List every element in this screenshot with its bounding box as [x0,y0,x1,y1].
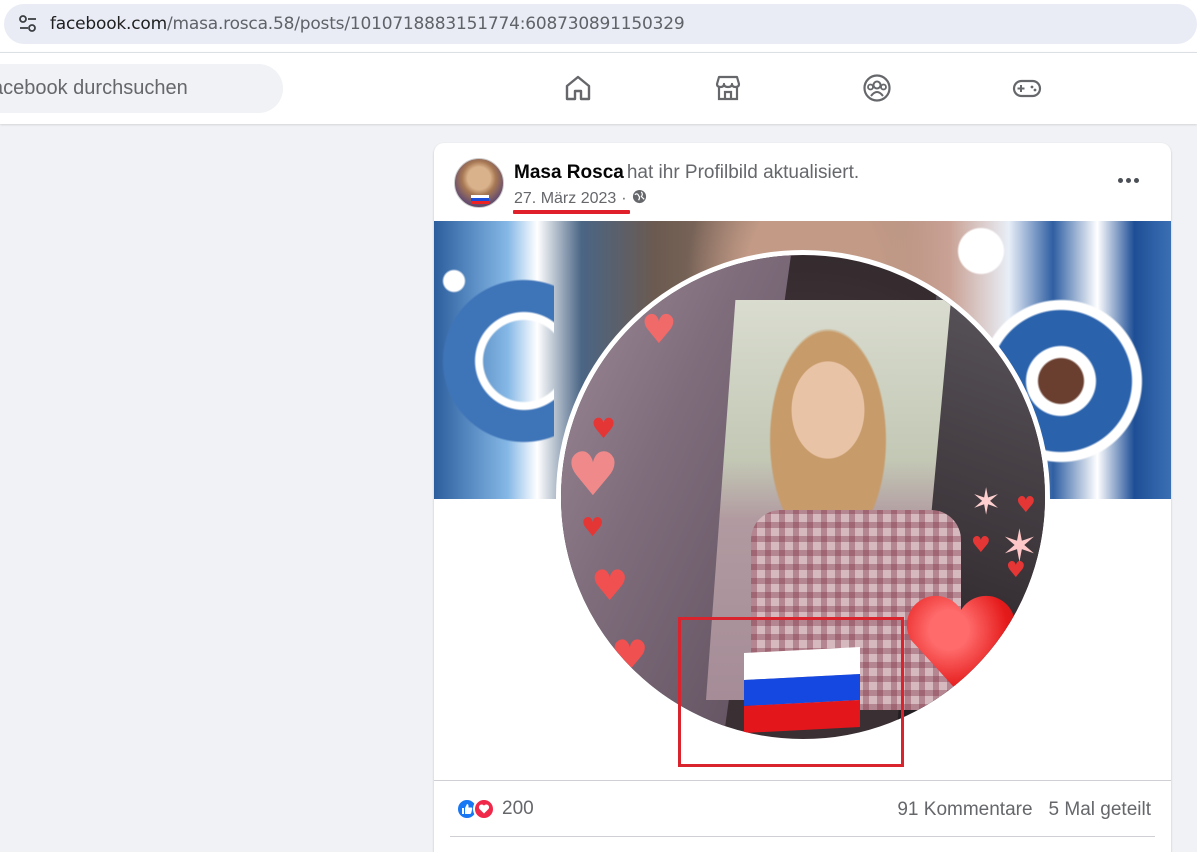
post-card: Masa Rosca hat ihr Profilbild aktualisier… [434,143,1171,852]
date-red-underline [513,210,630,214]
love-icon [473,798,495,820]
comments-count[interactable]: 91 Kommentare [897,799,1032,821]
address-bar[interactable]: facebook.com/masa.rosca.58/posts/1010718… [4,4,1197,44]
facebook-top-nav [0,52,1197,124]
home-icon[interactable] [561,71,595,105]
gaming-icon[interactable] [1010,71,1044,105]
sparkle-icon: ✶ [1001,521,1038,572]
marketplace-icon[interactable] [711,71,745,105]
heart-icon: ♥ [591,561,629,610]
heart-icon: ♥ [611,631,649,680]
url-text[interactable]: facebook.com/masa.rosca.58/posts/1010718… [50,14,685,34]
avatar-flag [471,195,489,204]
heart-icon: ♥ [581,513,605,543]
browser-toolbar: facebook.com/masa.rosca.58/posts/1010718… [0,0,1197,52]
heart-icon: ♥ [1016,493,1036,518]
author-avatar[interactable] [454,158,504,208]
heart-icon: ♥ [591,412,617,445]
search-input[interactable] [0,64,283,113]
groups-icon[interactable] [860,71,894,105]
post-action-text: hat ihr Profilbild aktualisiert. [626,162,860,183]
engagement-stats: 91 Kommentare 5 Mal geteilt [897,799,1151,821]
post-date: 27. März 2023 [514,190,617,207]
reactions-summary[interactable]: 200 [456,798,534,820]
heart-icon: ♥ [971,533,991,558]
shares-count[interactable]: 5 Mal geteilt [1049,799,1151,821]
post-meta: 27. März 2023 · [513,189,647,214]
reaction-count: 200 [502,798,534,819]
url-domain: facebook.com [50,14,167,34]
post-date-link[interactable]: 27. März 2023 [513,190,630,214]
post-footer: 200 91 Kommentare 5 Mal geteilt [434,780,1171,837]
post-header: Masa Rosca hat ihr Profilbild aktualisier… [514,161,859,185]
globe-icon [632,189,647,209]
heart-icon: ♥ [641,307,677,353]
wave-decoration-left [434,221,554,499]
more-dots-icon[interactable] [1110,167,1146,193]
meta-separator: · [621,190,627,207]
sparkle-icon: ✶ [971,482,1002,523]
search-box[interactable] [0,64,283,113]
heart-icon: ♥ [566,440,620,510]
flag-highlight-box [678,617,904,767]
action-divider [450,836,1155,837]
author-name[interactable]: Masa Rosca [514,162,624,183]
url-path: /masa.rosca.58/posts/1010718883151774:60… [166,14,685,34]
tune-icon[interactable] [16,12,40,36]
